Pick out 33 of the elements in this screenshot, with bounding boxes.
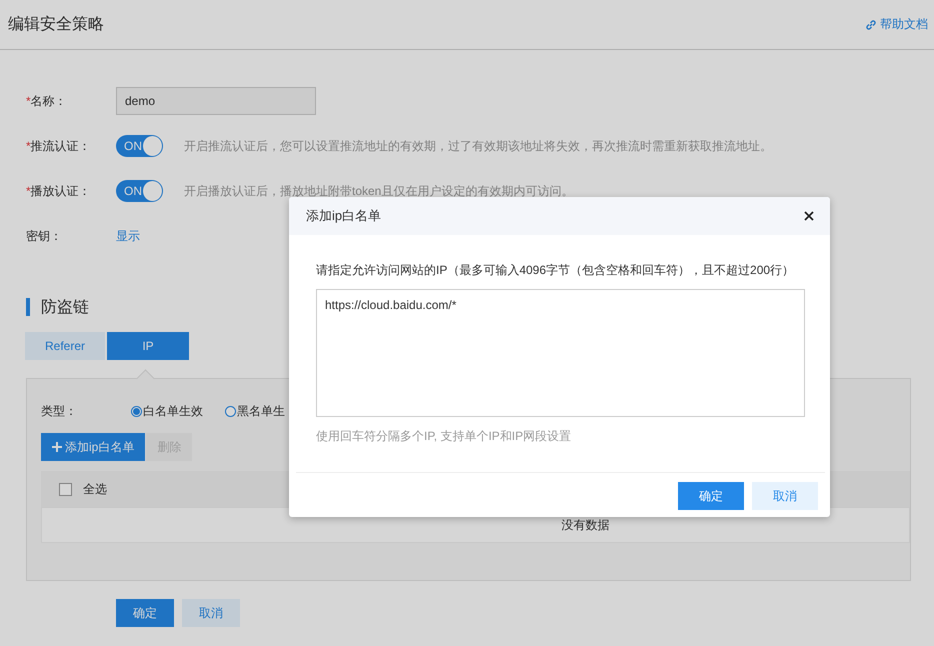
toggle-switch[interactable]: ON bbox=[116, 135, 163, 157]
cancel-button[interactable]: 取消 bbox=[182, 599, 240, 627]
description-text: 开启播放认证后，播放地址附带token且仅在用户设定的有效期内可访问。 bbox=[184, 182, 574, 200]
name-field[interactable]: demo bbox=[116, 87, 316, 115]
section-marker bbox=[26, 298, 30, 316]
field-label: *推流认证： bbox=[26, 138, 92, 154]
show-link[interactable]: 显示 bbox=[116, 228, 140, 244]
add-button[interactable]: 添加ip白名单 bbox=[41, 433, 146, 461]
checkbox[interactable] bbox=[59, 482, 72, 496]
input-field[interactable]: https://cloud.baidu.com/* bbox=[316, 289, 805, 417]
close-icon bbox=[804, 211, 814, 221]
link-icon bbox=[865, 18, 877, 30]
field-label: 密钥： bbox=[26, 228, 63, 244]
hint-text: 使用回车符分隔多个IP, 支持单个IP和IP网段设置 bbox=[316, 428, 572, 445]
dialog-title: 添加ip白名单 bbox=[306, 207, 382, 225]
tab[interactable]: IP bbox=[107, 332, 189, 360]
radio-option[interactable]: 白名单生效 bbox=[131, 402, 225, 420]
toggle-switch[interactable]: ON bbox=[116, 180, 163, 202]
help-link[interactable]: 帮助文档 bbox=[865, 16, 928, 33]
field-label: *名称： bbox=[26, 92, 68, 110]
section-title: 防盗链 bbox=[41, 298, 89, 318]
select-all-label: 全选 bbox=[83, 480, 107, 498]
plus-icon bbox=[51, 441, 63, 453]
description-text: 开启推流认证后，您可以设置推流地址的有效期，过了有效期该地址将失效，再次推流时需重新获取推流地址。 bbox=[184, 138, 772, 154]
type-label: 类型： bbox=[41, 402, 78, 420]
instruction-text: 请指定允许访问网站的IP（最多可输入4096字节（包含空格和回车符），且不超过200行） bbox=[316, 262, 796, 278]
confirm-button[interactable]: 确定 bbox=[116, 599, 174, 627]
tab[interactable]: Referer bbox=[25, 332, 105, 360]
field-label: *播放认证： bbox=[26, 182, 92, 200]
page-title: 编辑安全策略 bbox=[8, 14, 104, 35]
confirm-button[interactable]: 确定 bbox=[678, 482, 744, 510]
close-button[interactable] bbox=[804, 211, 814, 221]
cancel-button[interactable]: 取消 bbox=[752, 482, 818, 510]
